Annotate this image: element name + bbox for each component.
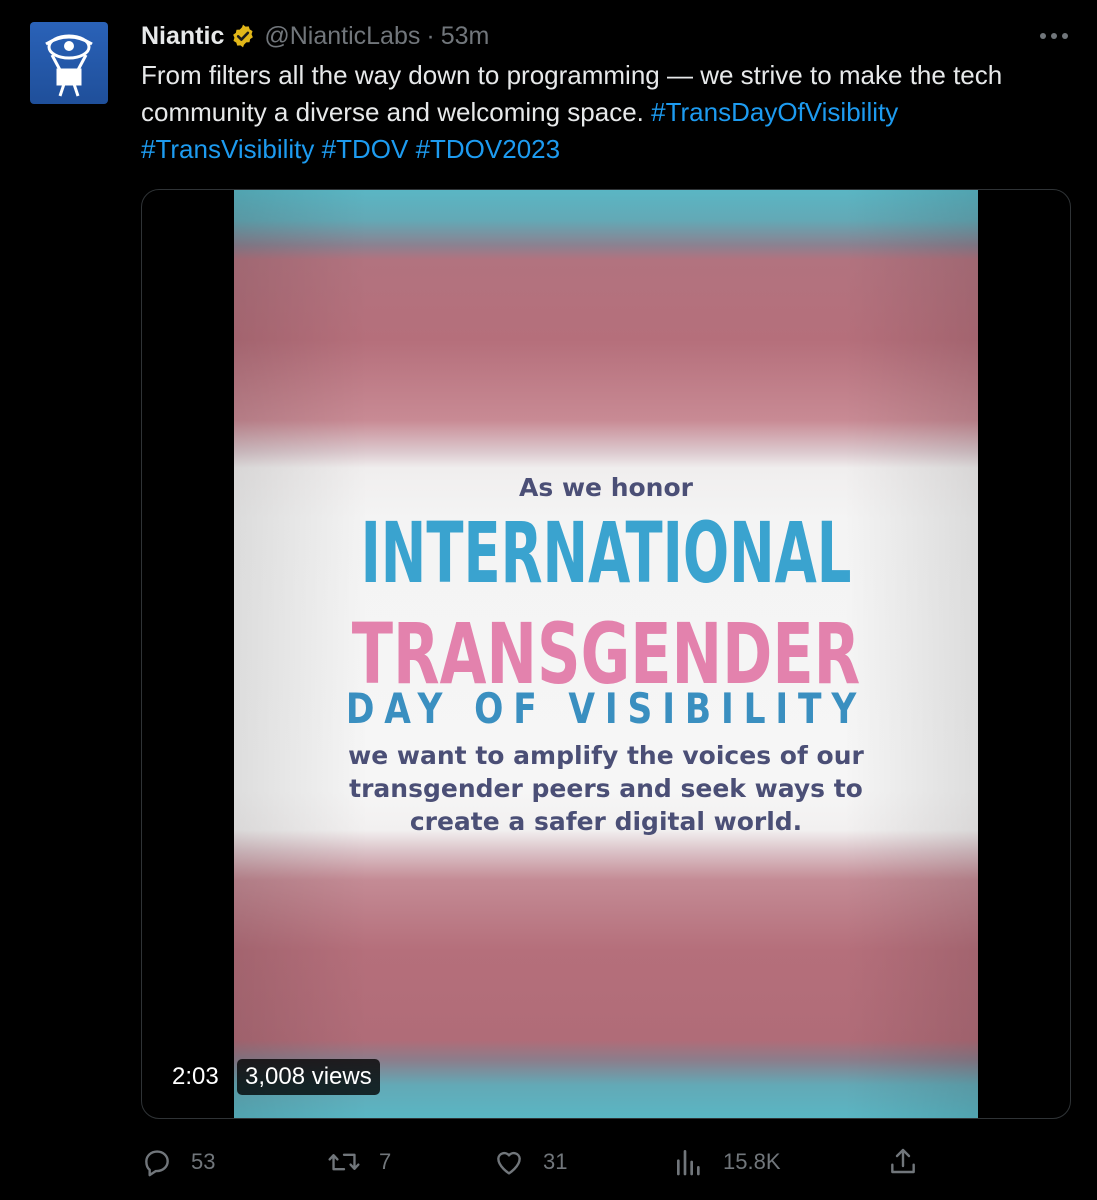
retweet-icon[interactable] <box>327 1146 361 1178</box>
like-count: 31 <box>543 1149 568 1174</box>
hashtag-link[interactable]: #TransDayOfVisibility <box>651 97 898 127</box>
video-line-international: INTERNATIONAL <box>360 504 852 602</box>
verified-badge-icon[interactable] <box>230 23 256 49</box>
hashtag-link[interactable]: #TDOV2023 <box>416 134 561 164</box>
timestamp[interactable]: 53m <box>441 22 490 51</box>
like-icon[interactable] <box>493 1146 525 1178</box>
separator-dot: · <box>426 21 435 50</box>
hashtag-link[interactable]: #TDOV <box>322 134 409 164</box>
video-frame[interactable]: As we honor INTERNATIONAL TRANSGENDER DA… <box>234 190 978 1118</box>
share-button[interactable] <box>887 1142 919 1182</box>
author-handle[interactable]: @NianticLabs <box>264 22 420 51</box>
video-views-badge: 3,008 views <box>237 1059 380 1095</box>
action-bar: 53 7 31 15.8K <box>141 1142 941 1182</box>
retweet-count: 7 <box>379 1149 392 1174</box>
video-line-day-of-visibility: DAY OF VISIBILITY <box>345 684 867 733</box>
more-icon[interactable] <box>1036 24 1072 48</box>
reply-count: 53 <box>191 1149 216 1174</box>
video-message-line: transgender peers and seek ways to <box>349 774 863 803</box>
reply-icon[interactable] <box>141 1146 173 1178</box>
analytics-icon[interactable] <box>673 1146 705 1178</box>
reply-button[interactable]: 53 <box>141 1142 215 1182</box>
video-duration-badge: 2:03 <box>164 1059 227 1095</box>
author-name[interactable]: Niantic <box>141 22 224 51</box>
views-count: 15.8K <box>723 1149 781 1174</box>
like-button[interactable]: 31 <box>493 1142 567 1182</box>
retweet-button[interactable]: 7 <box>327 1142 391 1182</box>
avatar[interactable] <box>30 22 108 104</box>
video-message-line: create a safer digital world. <box>409 807 803 836</box>
tweet-header: Niantic @NianticLabs · 53m <box>141 20 489 52</box>
hashtag-link[interactable]: #TransVisibility <box>141 134 314 164</box>
share-icon[interactable] <box>887 1146 919 1178</box>
video-message: we want to amplify the voices of our tra… <box>234 739 978 838</box>
video-player[interactable]: As we honor INTERNATIONAL TRANSGENDER DA… <box>141 189 1071 1119</box>
tweet-text: From filters all the way down to program… <box>141 57 1076 168</box>
analytics-button[interactable]: 15.8K <box>673 1142 781 1182</box>
video-line-honor: As we honor <box>519 473 693 502</box>
video-message-line: we want to amplify the voices of our <box>348 741 864 770</box>
